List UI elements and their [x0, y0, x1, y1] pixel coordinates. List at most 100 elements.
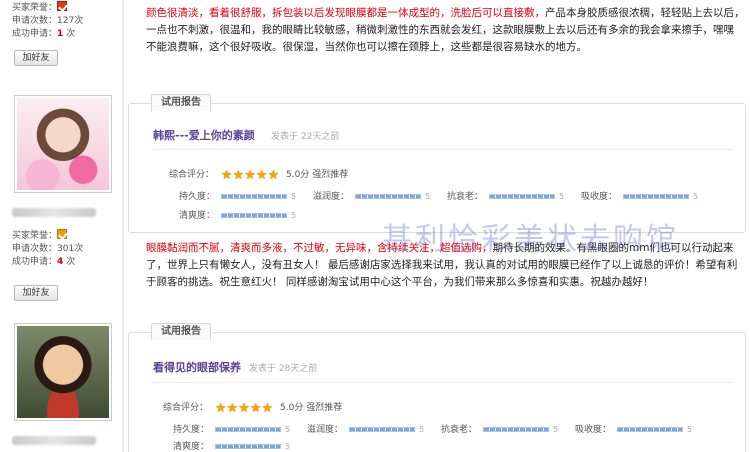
score-value: 5.0分: [286, 170, 310, 180]
review-highlight: 眼膜黏润而不腻，清爽而多液，不过敏，无异味，含持续关注，超值选购，: [146, 242, 493, 254]
divider: [153, 382, 733, 383]
metric-value: 5: [687, 425, 693, 434]
metric-label: 吸收度：: [575, 425, 612, 435]
honor-badge-icon: [57, 1, 68, 11]
trial-report-panel: 试用报告 看得见的眼部保养 发表于 28天之前 综合评分： ★★★★★ 5.0分…: [128, 323, 746, 452]
metric-bar: [349, 427, 416, 432]
metric-freshness: 清爽度： 5: [173, 439, 290, 452]
add-friend-button[interactable]: 加好友: [14, 285, 58, 301]
metric-label: 吸收度：: [581, 192, 618, 202]
honor-label: 买家荣誉：: [12, 3, 58, 13]
apply-count: 127次: [57, 16, 84, 26]
metric-anti-aging: 抗衰老： 5: [447, 189, 564, 202]
username-blurred: [12, 208, 96, 217]
metric-label: 抗衰老：: [441, 425, 478, 435]
star-icon: ★: [214, 401, 227, 416]
recommend-label: 强烈推荐: [312, 170, 349, 180]
metric-absorption: 吸收度： 5: [575, 422, 692, 435]
tab-trial-report[interactable]: 试用报告: [151, 323, 211, 341]
add-friend-button[interactable]: 加好友: [14, 50, 58, 66]
review-column: 颜色很清淡，看着很舒服，拆包装以后发现眼膜都是一体成型的，洗脸后可以直接敷，产品…: [124, 0, 750, 452]
avatar[interactable]: [14, 323, 112, 421]
metric-label: 清爽度：: [179, 211, 216, 221]
metric-bar: [215, 427, 282, 432]
score-label: 综合评分：: [169, 170, 215, 180]
star-icon: ★: [255, 168, 268, 183]
metric-value: 5: [291, 192, 297, 201]
success-suffix: 次: [66, 29, 76, 39]
metric-bar: [617, 427, 684, 432]
star-icon: ★: [220, 168, 233, 183]
metric-value: 5: [693, 192, 699, 201]
success-count: 4: [57, 257, 64, 267]
metric-value: 5: [285, 442, 291, 451]
overall-score: 综合评分： ★★★★★ 5.0分 强烈推荐: [163, 400, 342, 415]
user-stats-1: 买家荣誉： 申请次数：127次 成功申请：1 次: [12, 1, 83, 41]
metric-label: 滋润度：: [313, 192, 350, 202]
metric-moisture: 滋润度： 5: [307, 422, 424, 435]
overall-score: 综合评分： ★★★★★ 5.0分 强烈推荐: [169, 167, 348, 182]
username-blurred: [12, 436, 96, 445]
metric-label: 持久度：: [179, 192, 216, 202]
metric-bar: [221, 194, 288, 199]
success-count: 1: [57, 29, 64, 39]
star-icon: ★: [261, 401, 274, 416]
apply-label: 申请次数：: [12, 16, 58, 26]
report-date: 发表于 28天之前: [249, 364, 318, 374]
success-label: 成功申请：: [12, 29, 58, 39]
avatar[interactable]: [14, 95, 112, 193]
apply-count: 301次: [57, 244, 84, 254]
metric-bar: [221, 213, 288, 218]
metric-value: 5: [559, 192, 565, 201]
metric-bar: [483, 427, 550, 432]
metric-value: 5: [419, 425, 425, 434]
metric-bar: [355, 194, 422, 199]
metric-label: 抗衰老：: [447, 192, 484, 202]
star-icon: ★: [267, 168, 280, 183]
metric-label: 清爽度：: [173, 442, 210, 452]
star-icon: ★: [232, 168, 245, 183]
review-text-1: 颜色很清淡，看着很舒服，拆包装以后发现眼膜都是一体成型的，洗脸后可以直接敷，产品…: [146, 5, 746, 56]
success-label: 成功申请：: [12, 257, 58, 267]
metric-value: 5: [291, 211, 297, 220]
metric-bar: [215, 444, 282, 449]
honor-badge-icon: [57, 229, 68, 239]
success-suffix: 次: [66, 257, 76, 267]
report-title[interactable]: 看得见的眼部保养: [153, 359, 241, 375]
avatar-photo: [17, 98, 109, 190]
metric-freshness: 清爽度： 5: [179, 208, 296, 221]
metric-absorption: 吸收度： 5: [581, 189, 698, 202]
report-title[interactable]: 韩熙---爱上你的素颜: [153, 127, 255, 143]
review-text-2: 眼膜黏润而不腻，清爽而多液，不过敏，无异味，含持续关注，超值选购，期待长期的效果…: [146, 240, 746, 291]
score-label: 综合评分：: [163, 403, 209, 413]
reviewer-column: 买家荣誉： 申请次数：127次 成功申请：1 次 加好友 买家荣誉： 申请次数：…: [0, 0, 122, 452]
metric-bar: [489, 194, 556, 199]
metric-value: 5: [553, 425, 559, 434]
metric-value: 5: [285, 425, 291, 434]
user-stats-2: 买家荣誉： 申请次数：301次 成功申请：4 次: [12, 229, 83, 269]
honor-label: 买家荣誉：: [12, 231, 58, 241]
rating-stars: ★★★★★: [214, 401, 274, 416]
metric-label: 滋润度：: [307, 425, 344, 435]
review-highlight: 颜色很清淡，看着很舒服，拆包装以后发现眼膜都是一体成型的，洗脸后可以直接敷，: [146, 7, 545, 19]
star-icon: ★: [249, 401, 262, 416]
star-icon: ★: [244, 168, 256, 183]
tab-trial-report[interactable]: 试用报告: [151, 94, 211, 112]
metric-durability: 持久度： 5: [179, 189, 296, 202]
recommend-label: 强烈推荐: [306, 403, 343, 413]
metric-bar: [623, 194, 690, 199]
report-date: 发表于 22天之前: [271, 132, 340, 142]
avatar-photo: [17, 326, 109, 418]
metric-anti-aging: 抗衰老： 5: [441, 422, 558, 435]
star-icon: ★: [238, 401, 250, 416]
apply-label: 申请次数：: [12, 244, 58, 254]
trial-report-panel: 试用报告 韩熙---爱上你的素颜 发表于 22天之前 综合评分： ★★★★★ 5…: [128, 94, 746, 233]
divider: [153, 149, 733, 150]
metric-value: 5: [425, 192, 431, 201]
rating-stars: ★★★★★: [220, 168, 280, 183]
metric-moisture: 滋润度： 5: [313, 189, 430, 202]
metric-durability: 持久度： 5: [173, 422, 290, 435]
score-value: 5.0分: [280, 403, 304, 413]
metric-label: 持久度：: [173, 425, 210, 435]
star-icon: ★: [226, 401, 239, 416]
